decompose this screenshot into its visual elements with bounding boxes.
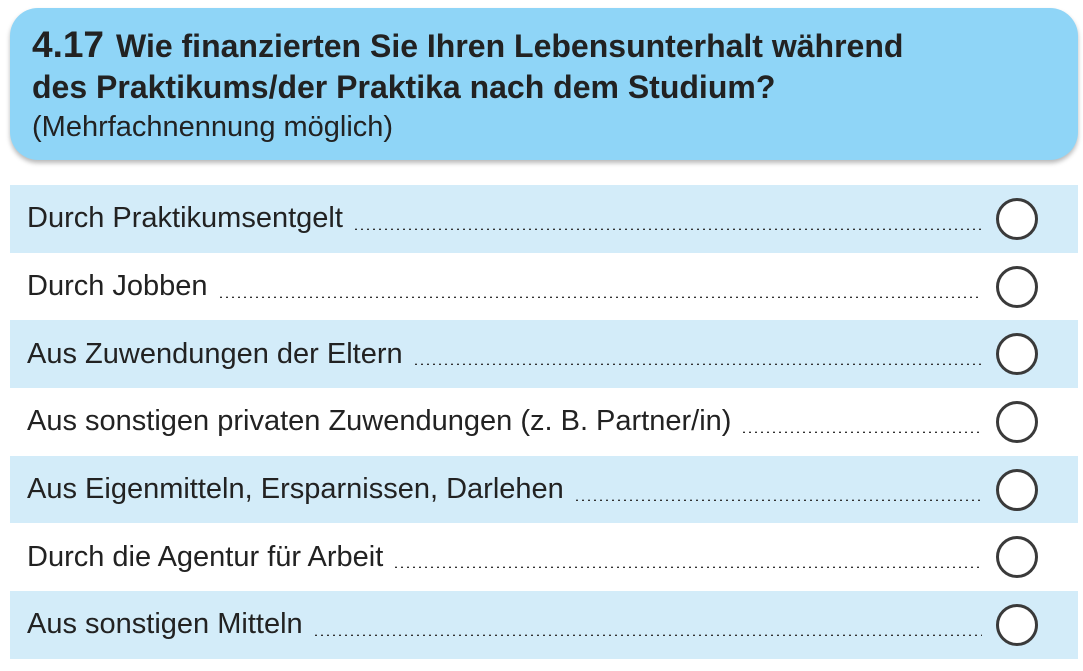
dot-leader (217, 295, 982, 298)
option-label: Aus Zuwendungen der Eltern (27, 337, 403, 370)
radio-button[interactable] (996, 603, 1038, 646)
option-label: Durch Jobben (27, 270, 208, 303)
option-row-agentur-fuer-arbeit[interactable]: Durch die Agentur für Arbeit (10, 523, 1078, 591)
option-list: Durch Praktikumsentgelt Durch Jobben Aus… (10, 185, 1078, 659)
dot-leader (352, 227, 982, 230)
radio-button[interactable] (996, 468, 1038, 511)
question-title-text: Wie finanzierten Sie Ihren Lebensunterha… (116, 28, 904, 64)
dot-leader (412, 363, 982, 366)
option-row-praktikumsentgelt[interactable]: Durch Praktikumsentgelt (10, 185, 1078, 253)
radio-button[interactable] (996, 197, 1038, 240)
option-row-eltern[interactable]: Aus Zuwendungen der Eltern (10, 320, 1078, 389)
radio-button[interactable] (996, 333, 1038, 376)
question-title-line2: des Praktikums/der Praktika nach dem Stu… (32, 69, 776, 105)
question-title-line1: 4.17 Wie finanzierten Sie Ihren Lebensunt… (32, 24, 1058, 67)
option-label: Aus Eigenmitteln, Ersparnissen, Darlehen (27, 473, 564, 506)
radio-button[interactable] (996, 265, 1038, 308)
question-header: 4.17 Wie finanzierten Sie Ihren Lebensunt… (10, 8, 1078, 160)
option-label: Aus sonstigen Mitteln (27, 608, 303, 641)
dot-leader (312, 633, 982, 636)
dot-leader (393, 566, 982, 569)
radio-button[interactable] (996, 536, 1038, 579)
dot-leader (741, 430, 982, 433)
option-label: Durch die Agentur für Arbeit (27, 540, 384, 573)
question-number: 4.17 (32, 24, 105, 65)
option-label: Durch Praktikumsentgelt (27, 202, 343, 235)
option-row-private-zuwendungen[interactable]: Aus sonstigen privaten Zuwendungen (z. B… (10, 388, 1078, 456)
dot-leader (573, 498, 982, 501)
option-row-jobben[interactable]: Durch Jobben (10, 253, 1078, 321)
option-label: Aus sonstigen privaten Zuwendungen (z. B… (27, 405, 732, 438)
radio-button[interactable] (996, 400, 1038, 443)
option-row-sonstige-mittel[interactable]: Aus sonstigen Mitteln (10, 591, 1078, 659)
option-row-eigenmittel[interactable]: Aus Eigenmitteln, Ersparnissen, Darlehen (10, 455, 1078, 524)
question-hint: (Mehrfachnennung möglich) (32, 111, 394, 143)
